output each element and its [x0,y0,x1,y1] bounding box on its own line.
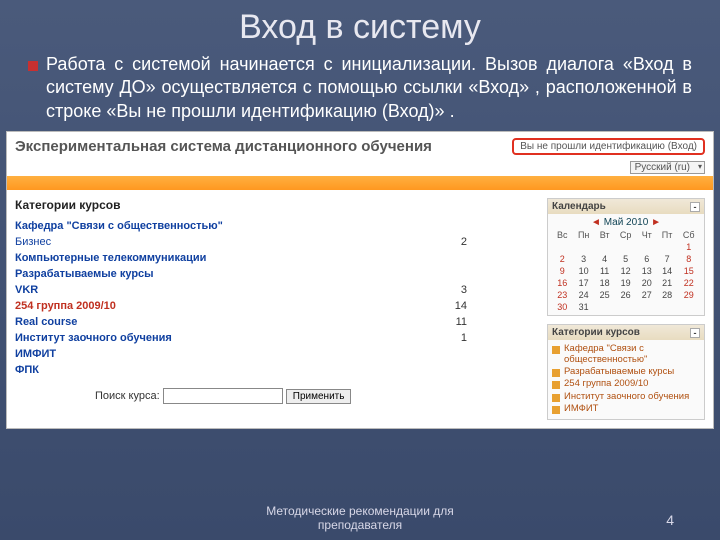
course-row: Кафедра "Связи с общественностью" [15,218,537,234]
course-link[interactable]: Институт заочного обучения [15,332,172,344]
course-link[interactable]: Разрабатываемые курсы [15,268,154,280]
side-category-link[interactable]: Кафедра "Связи с общественностью" [564,344,700,365]
course-row: Компьютерные телекоммуникации [15,250,537,266]
course-count: 14 [455,300,537,312]
nav-bar [7,176,713,190]
lang-row: Русский (ru) [7,161,713,176]
calendar-nav: ◄ Май 2010 ► [552,216,700,229]
course-list: Кафедра "Связи с общественностью" Бизнес 2… [15,218,537,378]
course-row: Разрабатываемые курсы [15,266,537,282]
course-row: VKR 3 [15,282,537,298]
course-row: Real course 11 [15,314,537,330]
course-row: ИМФИТ [15,346,537,362]
categories-header: Категории курсов [15,198,537,212]
course-count: 11 [456,316,537,328]
side-categories-header: Категории курсов [552,327,640,338]
course-link[interactable]: 254 группа 2009/10 [15,300,116,312]
slide-paragraph: Работа с системой начинается с инициализ… [46,53,692,123]
search-button[interactable]: Применить [286,389,352,404]
calendar-box: Календарь - ◄ Май 2010 ► ВсПнВтСрЧтПтСб … [547,198,705,316]
course-count [467,348,537,360]
course-row: Институт заочного обучения 1 [15,330,537,346]
collapse-icon[interactable]: - [690,202,700,212]
course-count: 2 [461,236,537,248]
course-count: 3 [461,284,537,296]
search-row: Поиск курса: Применить [15,378,537,404]
site-title: Экспериментальная система дистанционного… [15,138,432,155]
calendar-table: ВсПнВтСрЧтПтСб 1234567891011121314151617… [552,229,700,313]
folder-icon [552,369,560,377]
course-count: 1 [461,332,537,344]
main-column: Категории курсов Кафедра "Связи с общест… [15,198,537,428]
course-count [467,220,537,232]
side-category-link[interactable]: ИМФИТ [564,404,599,414]
side-category-link[interactable]: Разрабатываемые курсы [564,367,674,377]
search-input[interactable] [163,388,283,404]
course-link[interactable]: Компьютерные телекоммуникации [15,252,206,264]
side-category-link[interactable]: Институт заочного обучения [564,392,689,402]
side-category-item: Кафедра "Связи с общественностью" [552,343,700,366]
course-count [467,252,537,264]
side-categories-box: Категории курсов - Кафедра "Связи с обще… [547,324,705,420]
course-link[interactable]: Бизнес [15,236,51,248]
calendar-header: Календарь [552,201,606,212]
side-category-item: ИМФИТ [552,403,700,415]
course-row: ФПК [15,362,537,378]
course-link[interactable]: Кафедра "Связи с общественностью" [15,220,223,232]
footer-text: Методические рекомендации для преподават… [230,504,490,532]
language-select[interactable]: Русский (ru) [630,161,705,174]
search-label: Поиск курса: [95,390,160,402]
login-link[interactable]: Вы не прошли идентификацию (Вход) [512,138,705,155]
side-category-item: 254 группа 2009/10 [552,378,700,390]
course-link[interactable]: ФПК [15,364,39,376]
screenshot: Экспериментальная система дистанционного… [6,131,714,429]
collapse-icon[interactable]: - [690,328,700,338]
course-link[interactable]: ИМФИТ [15,348,56,360]
side-category-link[interactable]: 254 группа 2009/10 [564,379,648,389]
course-count [467,364,537,376]
next-month-icon[interactable]: ► [651,217,661,228]
folder-icon [552,406,560,414]
prev-month-icon[interactable]: ◄ [591,217,601,228]
folder-icon [552,346,560,354]
calendar-month: Май 2010 [604,217,649,228]
course-link[interactable]: VKR [15,284,38,296]
course-link[interactable]: Real course [15,316,77,328]
slide: Вход в систему Работа с системой начинае… [0,0,720,540]
side-column: Календарь - ◄ Май 2010 ► ВсПнВтСрЧтПтСб … [547,198,705,428]
page-number: 4 [666,512,674,528]
paragraph-row: Работа с системой начинается с инициализ… [0,53,720,131]
bullet-icon [28,61,38,71]
folder-icon [552,381,560,389]
course-row: Бизнес 2 [15,234,537,250]
course-row: 254 группа 2009/10 14 [15,298,537,314]
footer: Методические рекомендации для преподават… [0,504,720,532]
side-categories-list: Кафедра "Связи с общественностью" Разраба… [548,340,704,419]
folder-icon [552,394,560,402]
side-category-item: Институт заочного обучения [552,391,700,403]
course-count [467,268,537,280]
side-category-item: Разрабатываемые курсы [552,366,700,378]
slide-title: Вход в систему [0,0,720,53]
